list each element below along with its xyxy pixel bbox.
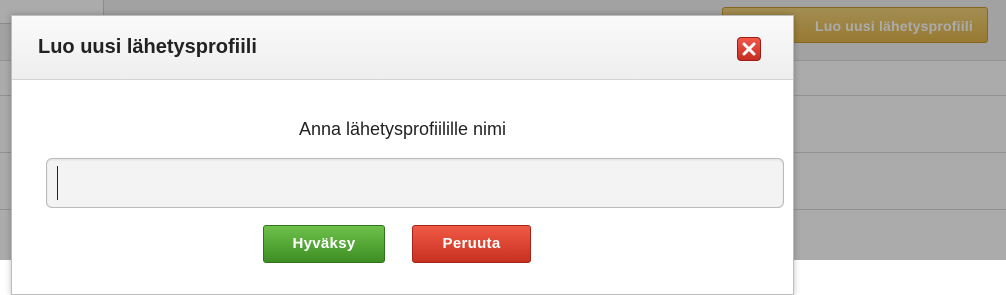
close-button[interactable] [737, 37, 761, 61]
create-profile-dialog: Luo uusi lähetysprofiili Anna lähetyspro… [11, 15, 794, 295]
accept-button[interactable]: Hyväksy [263, 225, 385, 263]
profile-name-input[interactable] [46, 158, 784, 208]
dialog-body: Anna lähetysprofiilille nimi Hyväksy Per… [12, 80, 793, 294]
profile-name-label: Anna lähetysprofiilille nimi [298, 119, 507, 139]
close-icon [742, 42, 756, 56]
text-caret [57, 166, 58, 200]
dialog-header: Luo uusi lähetysprofiili [12, 16, 793, 80]
dialog-title: Luo uusi lähetysprofiili [38, 36, 257, 58]
cancel-button[interactable]: Peruuta [412, 225, 531, 263]
